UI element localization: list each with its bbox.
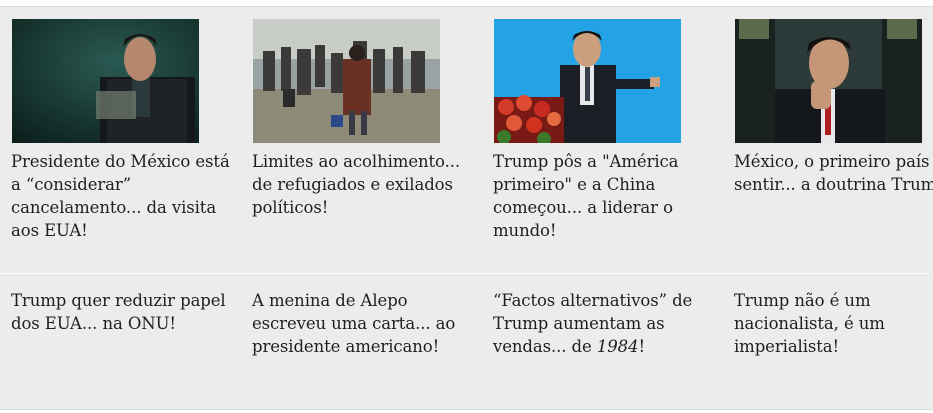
article-headline[interactable]: Trump quer reduzir papel dos EUA... na O… — [11, 289, 233, 335]
article-headline[interactable]: Trump não é um nacionalista, é um imperi… — [734, 289, 933, 358]
article-thumbnail[interactable] — [253, 19, 440, 143]
man-in-suit-photo — [12, 19, 199, 143]
headline-text: “Factos alternativos” de Trump aumentam … — [493, 291, 693, 356]
article-card[interactable]: Trump pôs a "América primeiro" e a China… — [493, 19, 715, 242]
article-card[interactable]: A menina de Alepo escreveu uma carta... … — [252, 289, 474, 358]
headline-suffix: ! — [638, 337, 645, 356]
refugees-photo — [253, 19, 440, 143]
article-headline[interactable]: Presidente do México está a “considerar”… — [11, 150, 233, 242]
articles-row-bottom: Trump quer reduzir papel dos EUA... na O… — [0, 289, 933, 409]
article-headline[interactable]: México, o primeiro país a sentir... a do… — [734, 150, 933, 196]
article-headline[interactable]: Trump pôs a "América primeiro" e a China… — [493, 150, 715, 242]
article-thumbnail[interactable] — [12, 19, 199, 143]
article-card[interactable]: Limites ao acolhimento... de refugiados … — [252, 19, 474, 219]
article-headline[interactable]: A menina de Alepo escreveu uma carta... … — [252, 289, 474, 358]
article-thumbnail[interactable] — [494, 19, 681, 143]
man-hand-on-chin-photo — [735, 19, 922, 143]
article-card[interactable]: Presidente do México está a “considerar”… — [11, 19, 233, 242]
article-headline[interactable]: Limites ao acolhimento... de refugiados … — [252, 150, 474, 219]
article-card[interactable]: Trump não é um nacionalista, é um imperi… — [734, 289, 933, 358]
article-headline[interactable]: “Factos alternativos” de Trump aumentam … — [493, 289, 715, 358]
related-articles-panel: Presidente do México está a “considerar”… — [0, 6, 933, 410]
leader-pointing-photo — [494, 19, 681, 143]
headline-italic-title: 1984 — [596, 337, 639, 356]
article-thumbnail[interactable] — [735, 19, 922, 143]
article-card[interactable]: México, o primeiro país a sentir... a do… — [734, 19, 933, 196]
article-card[interactable]: “Factos alternativos” de Trump aumentam … — [493, 289, 715, 358]
row-divider — [0, 273, 930, 274]
articles-row-top: Presidente do México está a “considerar”… — [0, 19, 933, 269]
article-card[interactable]: Trump quer reduzir papel dos EUA... na O… — [11, 289, 233, 335]
